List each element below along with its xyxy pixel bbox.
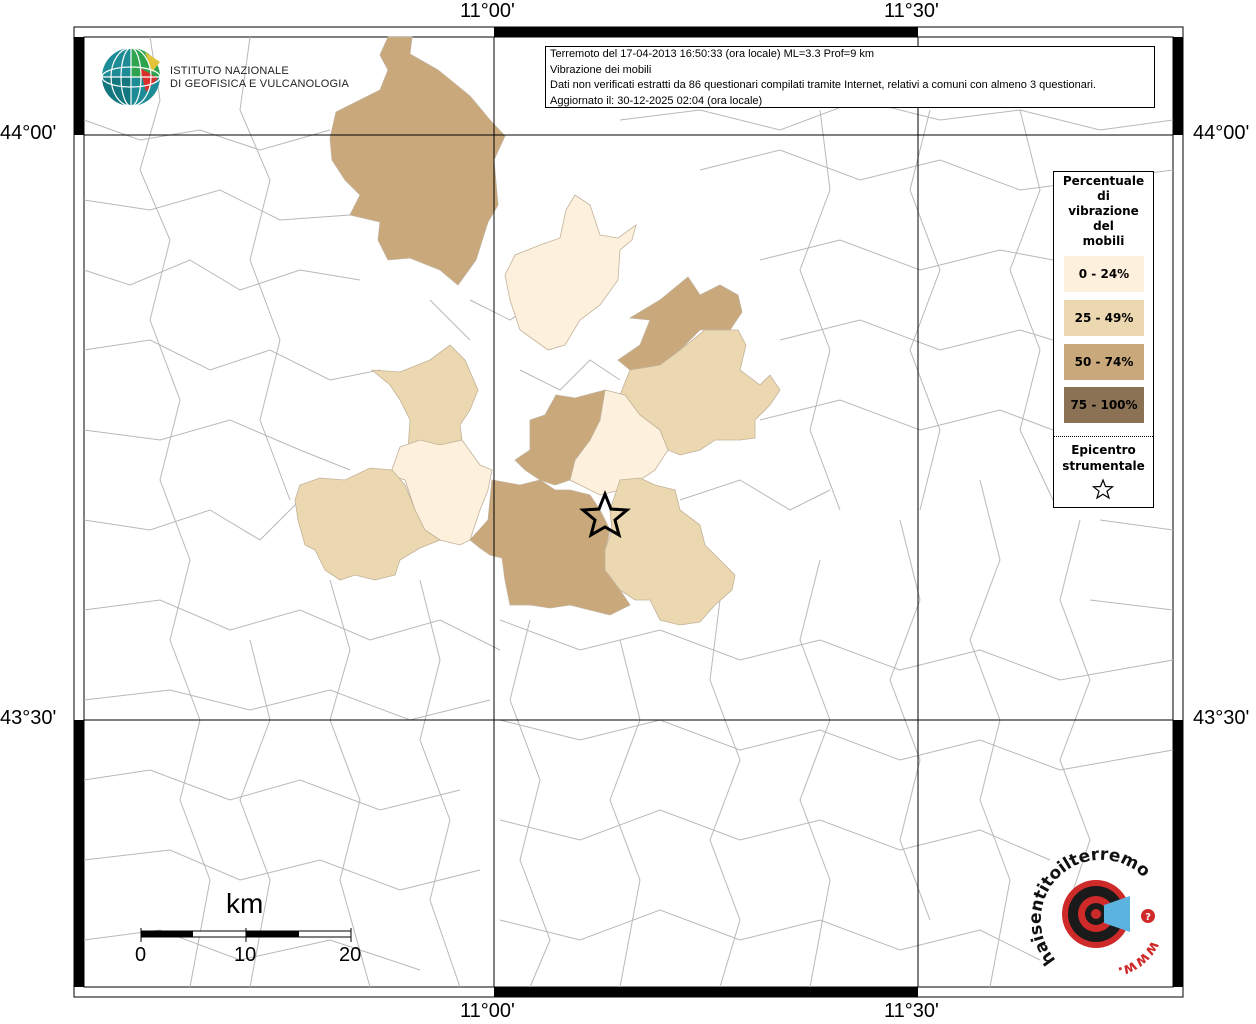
legend-item-50-74: 50 - 74% [1064,344,1144,380]
legend-title-line: vibrazione [1068,204,1139,218]
bottom-tick-2: 11°30' [884,1000,939,1022]
legend-epicenter-line: Epicentro [1071,443,1136,457]
legend-item-0-24: 0 - 24% [1064,256,1144,292]
legend-item-75-100: 75 - 100% [1064,387,1144,423]
left-tick-2: 43°30' [0,707,57,729]
scale-unit-label: km [226,888,264,919]
info-event-line: Terremoto del 17-04-2013 16:50:33 (ora l… [550,48,875,60]
legend: Percentuale di vibrazione del mobili 0 -… [1053,171,1154,508]
event-info-box: Terremoto del 17-04-2013 16:50:33 (ora l… [545,46,1155,108]
legend-epicenter-label: Epicentro strumentale [1054,442,1153,474]
intensity-map: ? haisentitoilterremoto.it www. [0,0,1184,998]
info-source-line: Dati non verificati estratti da 86 quest… [550,79,1096,91]
scale-label-10: 10 [234,944,257,966]
legend-epicenter-line: strumentale [1062,459,1145,473]
ingv-logo-text: ISTITUTO NAZIONALE DI GEOFISICA E VULCAN… [170,65,349,91]
bottom-tick-1: 11°00' [460,1000,515,1022]
legend-title-line: Percentuale [1062,174,1145,188]
legend-separator [1054,436,1153,437]
logo-line-1: ISTITUTO NAZIONALE [170,65,289,77]
legend-title-line: di [1097,189,1110,203]
svg-text:?: ? [1145,912,1151,923]
ingv-logo-icon [101,47,161,107]
legend-title-line: del [1093,219,1114,233]
scale-label-0: 0 [135,944,147,966]
top-tick-2: 11°30' [884,0,939,22]
scale-label-20: 20 [339,944,362,966]
right-tick-2: 43°30' [1193,707,1250,729]
legend-title-line: mobili [1082,234,1125,248]
legend-item-25-49: 25 - 49% [1064,300,1144,336]
legend-title: Percentuale di vibrazione del mobili [1054,174,1153,249]
left-tick-1: 44°00' [0,122,57,144]
info-updated-line: Aggiornato il: 30-12-2025 02:04 (ora loc… [550,94,763,107]
logo-line-2: DI GEOFISICA E VULCANOLOGIA [170,78,349,90]
info-parameter-line: Vibrazione dei mobili [550,63,652,76]
legend-star-icon [1092,478,1114,500]
top-tick-1: 11°00' [460,0,515,22]
right-tick-1: 44°00' [1193,122,1250,144]
